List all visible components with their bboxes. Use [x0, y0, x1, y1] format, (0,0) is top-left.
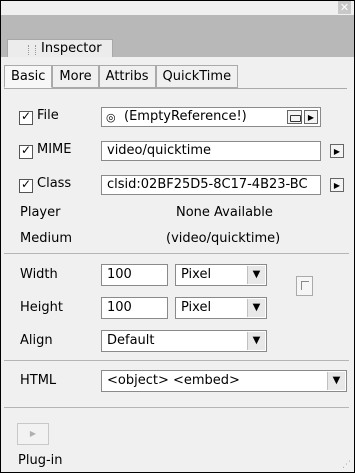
html-label: HTML [20, 373, 57, 388]
panel-tab-bar: Inspector [1, 15, 354, 60]
chevron-down-icon: ▼ [327, 372, 345, 390]
medium-label: Medium [20, 231, 72, 246]
player-label: Player [20, 205, 61, 220]
mime-arrow-icon[interactable]: ▶ [330, 144, 344, 158]
align-value: Default [107, 333, 155, 348]
player-value: None Available [176, 205, 273, 220]
tab-inspector-label: Inspector [41, 41, 102, 56]
section-divider [4, 360, 349, 361]
folder-icon[interactable] [287, 110, 302, 124]
width-unit-select[interactable]: Pixel ▼ [175, 264, 267, 286]
play-arrow-icon[interactable]: ▶ [304, 110, 318, 124]
height-input[interactable]: 100 [101, 297, 168, 319]
constrain-proportions-icon[interactable] [296, 276, 313, 296]
checkmark-icon: ✓ [21, 109, 32, 123]
grip-icon[interactable] [28, 45, 36, 55]
chevron-down-icon: ▼ [247, 266, 265, 284]
align-label: Align [20, 333, 53, 348]
close-icon[interactable]: ✕ [338, 1, 351, 14]
class-label: Class [37, 176, 72, 191]
mime-label: MIME [37, 142, 72, 157]
tab-basic[interactable]: Basic [4, 65, 53, 88]
plugin-play-button[interactable]: ▶ [17, 423, 49, 445]
section-divider [4, 407, 349, 408]
tab-attribs[interactable]: Attribs [98, 65, 156, 88]
class-checkbox[interactable]: ✓ [19, 177, 33, 193]
mime-checkbox[interactable]: ✓ [19, 143, 33, 159]
medium-value: (video/quicktime) [166, 231, 281, 246]
checkmark-icon: ✓ [21, 143, 32, 157]
file-checkbox[interactable]: ✓ [19, 109, 33, 125]
reference-icon: ◎ [106, 111, 116, 124]
title-bar: ✕ [1, 1, 354, 15]
tab-more[interactable]: More [52, 65, 99, 88]
class-field[interactable]: clsid:02BF25D5-8C17-4B23-BC [101, 175, 321, 195]
tab-quicktime[interactable]: QuickTime [155, 65, 239, 88]
html-value: <object> <embed> [107, 373, 240, 388]
height-label: Height [20, 300, 63, 315]
section-divider [4, 253, 349, 254]
plugin-label: Plug-in [18, 453, 63, 468]
class-arrow-icon[interactable]: ▶ [330, 178, 344, 192]
chevron-down-icon: ▼ [247, 332, 265, 350]
html-select[interactable]: <object> <embed> ▼ [101, 370, 347, 392]
checkmark-icon: ✓ [21, 177, 32, 191]
file-field[interactable]: ◎ (EmptyReference!) ▶ [101, 107, 321, 127]
mime-field[interactable]: video/quicktime [101, 141, 321, 161]
file-label: File [37, 108, 59, 123]
width-input[interactable]: 100 [101, 264, 168, 286]
height-unit-value: Pixel [181, 300, 212, 315]
height-unit-select[interactable]: Pixel ▼ [175, 297, 267, 319]
width-unit-value: Pixel [181, 267, 212, 282]
align-select[interactable]: Default ▼ [101, 330, 267, 352]
width-label: Width [20, 267, 58, 282]
chevron-down-icon: ▼ [247, 299, 265, 317]
subtab-bar: Basic More Attribs QuickTime [4, 65, 239, 89]
resize-grip-icon[interactable]: ⋰ [342, 460, 352, 470]
file-value: (EmptyReference!) [124, 109, 247, 124]
